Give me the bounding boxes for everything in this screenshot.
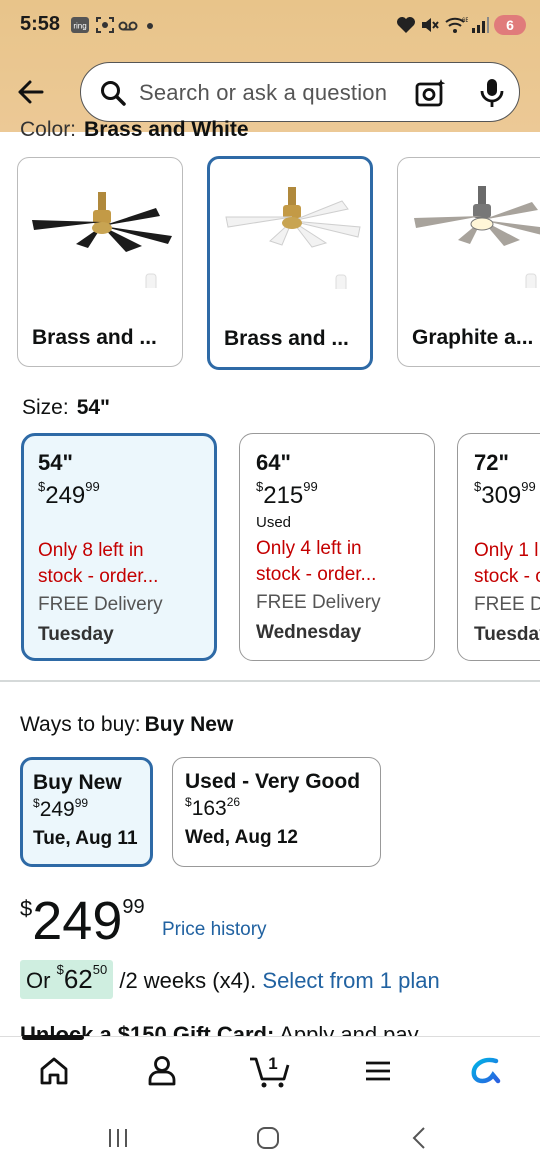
color-option-brass-white[interactable]: Brass and ... bbox=[207, 156, 373, 370]
heart-icon bbox=[397, 17, 415, 33]
gift-card-offer[interactable]: Unlock a $150 Gift Card: Apply and pay bbox=[20, 1022, 419, 1036]
installment-terms: /2 weeks (x4). bbox=[119, 968, 257, 993]
camera-search-icon[interactable] bbox=[415, 77, 447, 109]
dot-icon bbox=[147, 23, 153, 29]
color-option-name: Graphite a... bbox=[412, 326, 534, 349]
product-price: $24999 bbox=[20, 891, 145, 951]
fan-image-white bbox=[225, 187, 361, 289]
rufus-ai-icon[interactable] bbox=[466, 1051, 506, 1091]
recent-apps-icon[interactable] bbox=[103, 1124, 133, 1152]
color-option-name: Brass and ... bbox=[32, 326, 157, 349]
buy-option-price: $24999 bbox=[33, 796, 89, 821]
size-option-price: $21599 bbox=[256, 479, 318, 509]
size-option-size: 54" bbox=[38, 450, 73, 475]
buy-option-date: Tue, Aug 11 bbox=[33, 828, 138, 849]
cart-icon[interactable]: 1 bbox=[248, 1051, 292, 1091]
size-option-delivery: FREE De bbox=[474, 594, 540, 615]
size-value: 54" bbox=[76, 396, 111, 419]
status-time: 5:58 bbox=[20, 13, 61, 35]
size-label: Size: bbox=[22, 396, 69, 419]
installment-plan: Or $6250 /2 weeks (x4). Select from 1 pl… bbox=[20, 960, 440, 1000]
fan-image-graphite bbox=[414, 186, 540, 288]
size-option-stock: Only 1 l stock - o bbox=[474, 540, 540, 587]
buy-option-title: Buy New bbox=[33, 771, 122, 794]
color-option-brass-black[interactable]: Brass and ... bbox=[17, 157, 183, 367]
select-plan-link[interactable]: Select from 1 plan bbox=[262, 968, 439, 993]
system-nav-bar bbox=[0, 1106, 540, 1170]
section-divider bbox=[0, 680, 540, 682]
buy-option-date: Wed, Aug 12 bbox=[185, 827, 298, 848]
size-option-delivery-day: Tuesday bbox=[38, 624, 114, 645]
back-button-icon[interactable] bbox=[405, 1124, 435, 1152]
mute-icon bbox=[422, 18, 439, 32]
size-option-condition: Used bbox=[256, 514, 292, 531]
app-header: 5:58 ring 6E 6 Search or ask a question bbox=[0, 0, 540, 132]
color-option-graphite[interactable]: Graphite a... bbox=[397, 157, 540, 367]
cart-count: 1 bbox=[268, 1054, 277, 1073]
menu-icon[interactable] bbox=[358, 1051, 398, 1091]
svg-text:6E: 6E bbox=[462, 18, 468, 24]
microphone-icon[interactable] bbox=[479, 77, 505, 109]
price-history-link[interactable]: Price history bbox=[162, 919, 267, 941]
installment-amount: Or $6250 bbox=[20, 960, 114, 999]
buy-option-new[interactable]: Buy New $24999 Tue, Aug 11 bbox=[20, 757, 153, 867]
size-option-delivery: FREE Delivery bbox=[256, 592, 381, 613]
size-option-stock: Only 4 left in stock - order... bbox=[256, 538, 377, 585]
color-selection-label: Color: Brass and White bbox=[20, 118, 249, 144]
ways-to-buy-label: Ways to buy: Buy New bbox=[20, 713, 233, 737]
ring-icon: ring bbox=[71, 17, 89, 33]
color-value: Brass and White bbox=[84, 118, 249, 141]
battery-indicator: 6 bbox=[494, 15, 526, 35]
size-option-delivery-day: Wednesday bbox=[256, 622, 362, 643]
battery-level: 6 bbox=[506, 17, 514, 33]
search-placeholder: Search or ask a question bbox=[139, 80, 388, 105]
home-button-icon[interactable] bbox=[253, 1124, 283, 1152]
fan-image-black bbox=[32, 192, 172, 288]
size-option-54[interactable]: 54" $24999 Only 8 left in stock - order..… bbox=[21, 433, 217, 661]
wifi-6e-icon: 6E bbox=[445, 17, 468, 33]
scan-icon bbox=[96, 17, 114, 33]
status-bar: 5:58 ring 6E 6 bbox=[0, 0, 540, 50]
size-option-delivery: FREE Delivery bbox=[38, 594, 163, 615]
size-option-size: 72" bbox=[474, 450, 509, 475]
size-option-size: 64" bbox=[256, 450, 291, 475]
bottom-nav: 1 bbox=[0, 1035, 540, 1107]
search-bar[interactable]: Search or ask a question bbox=[80, 62, 520, 122]
size-option-price: $30999 bbox=[474, 479, 536, 509]
active-tab-indicator bbox=[22, 1035, 84, 1040]
account-icon[interactable] bbox=[142, 1051, 182, 1091]
size-selection-label: Size: 54" bbox=[22, 396, 110, 420]
buy-option-price: $16326 bbox=[185, 795, 241, 820]
buy-option-used[interactable]: Used - Very Good $16326 Wed, Aug 12 bbox=[172, 757, 381, 867]
color-option-name: Brass and ... bbox=[224, 327, 349, 350]
signal-icon bbox=[472, 17, 489, 33]
size-option-72[interactable]: 72" $30999 Only 1 lstock - o FREE De Tue… bbox=[457, 433, 540, 661]
back-arrow-icon[interactable] bbox=[12, 74, 52, 110]
size-option-stock: Only 8 left in stock - order... bbox=[38, 540, 159, 587]
voicemail-icon bbox=[118, 21, 138, 31]
ways-label: Ways to buy: bbox=[20, 713, 141, 736]
buy-option-title: Used - Very Good bbox=[185, 770, 361, 793]
size-option-64[interactable]: 64" $21599 Used Only 4 left in stock - or… bbox=[239, 433, 435, 661]
size-option-delivery-day: Tuesday bbox=[474, 624, 540, 645]
size-option-price: $24999 bbox=[38, 479, 100, 509]
color-label: Color: bbox=[20, 118, 77, 141]
svg-text:ring: ring bbox=[73, 22, 86, 31]
search-icon bbox=[101, 81, 126, 106]
ways-value: Buy New bbox=[144, 713, 234, 736]
home-icon[interactable] bbox=[34, 1051, 74, 1091]
